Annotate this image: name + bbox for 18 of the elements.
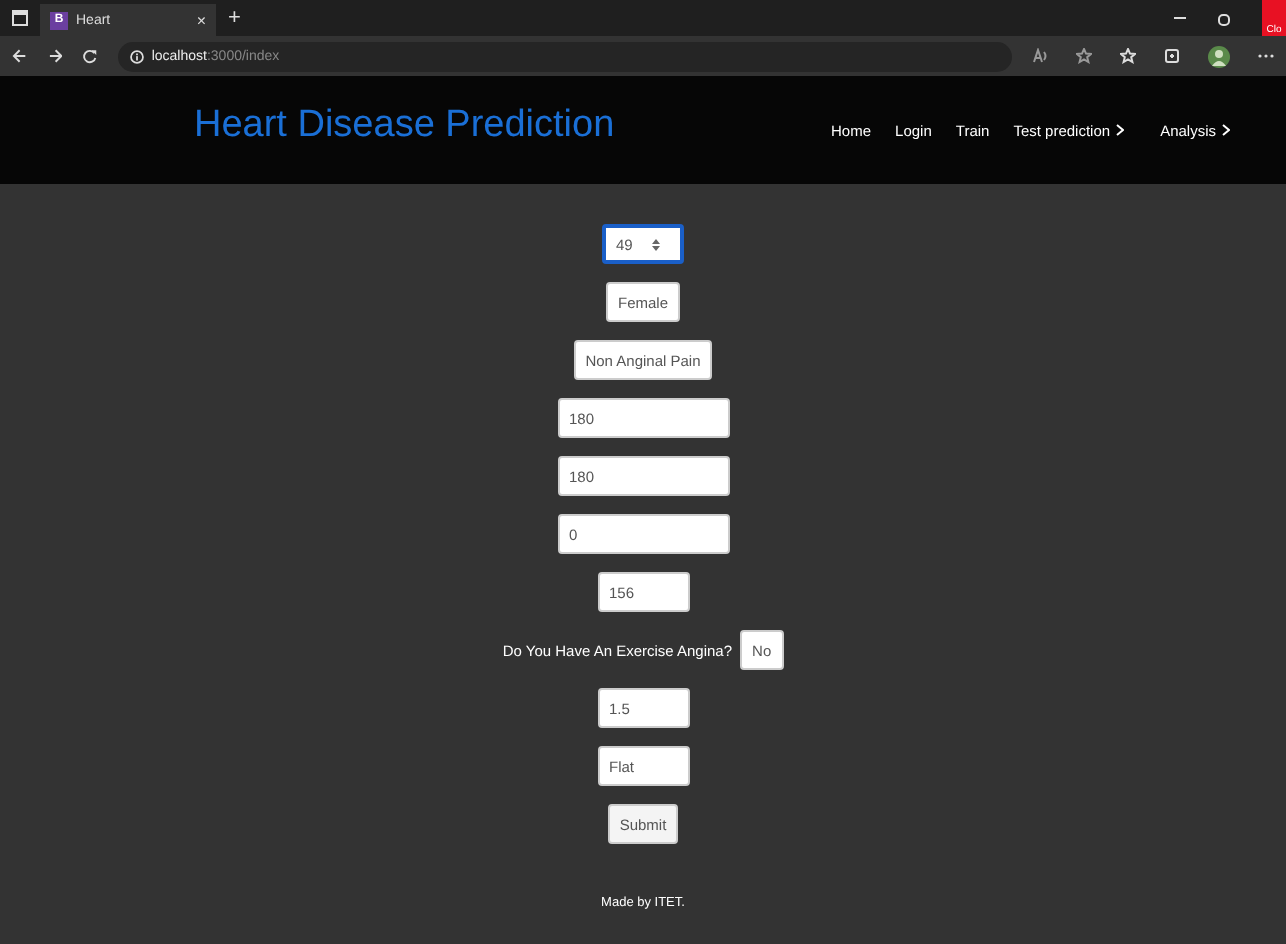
restore-icon[interactable] [1218,11,1230,25]
favorite-add-icon[interactable] [1076,48,1093,64]
chevron-icon [1222,124,1230,136]
forward-icon[interactable] [47,48,63,64]
info-icon[interactable] [129,49,144,63]
tab-close-button[interactable]: × [196,11,206,29]
tab-actions-icon[interactable] [12,10,28,26]
chevron-icon [1116,124,1125,136]
refresh-icon[interactable] [82,48,98,64]
collections-icon[interactable] [1164,48,1181,64]
minimize-icon[interactable] [1174,16,1186,20]
spinner-arrows-icon[interactable] [652,237,661,251]
new-tab-button[interactable]: + [228,6,241,30]
favorites-icon[interactable] [1120,48,1137,64]
read-aloud-icon[interactable] [1032,48,1049,64]
site-title[interactable]: Heart Disease Prediction [194,104,832,148]
profile-avatar[interactable] [1208,45,1231,67]
back-icon[interactable] [12,48,28,64]
